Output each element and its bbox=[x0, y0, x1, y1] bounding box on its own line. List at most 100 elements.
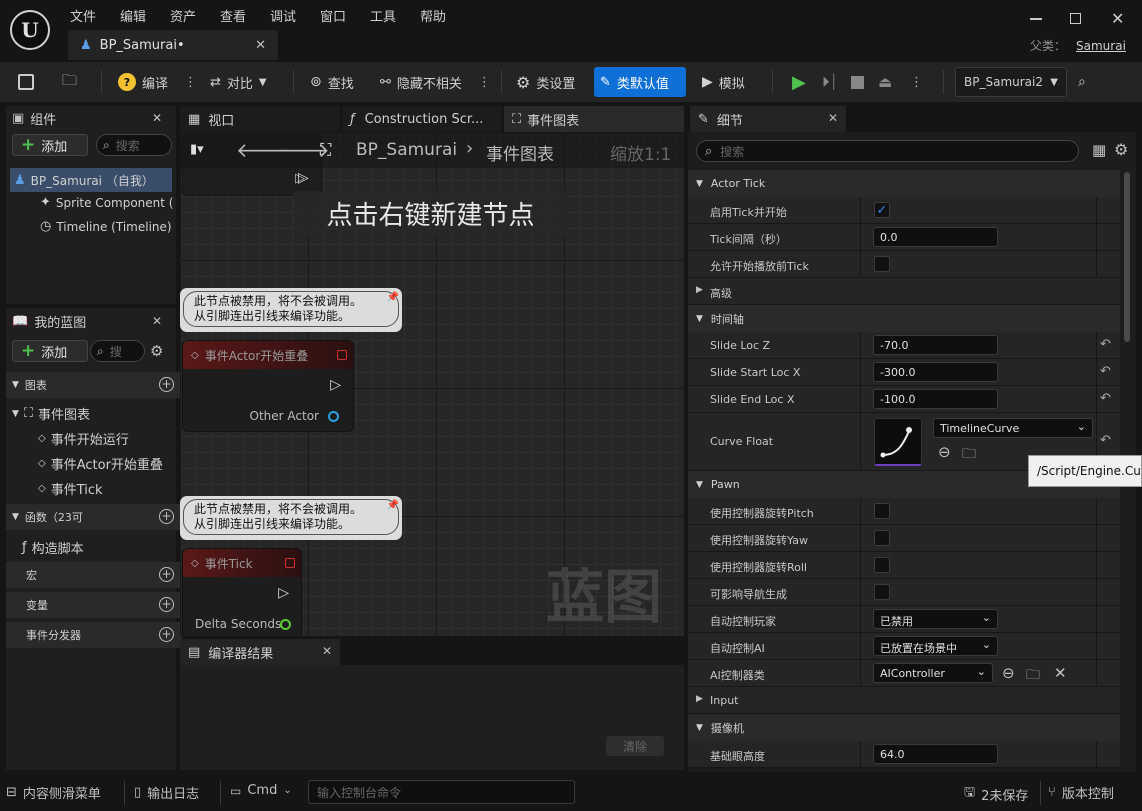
step-button[interactable]: ⏵⏐ bbox=[816, 67, 844, 97]
section-variables[interactable]: 变量 + bbox=[6, 592, 182, 618]
table-view-icon[interactable]: ▦ bbox=[1092, 141, 1106, 159]
slide-loc-z-input[interactable]: -70.0 bbox=[873, 335, 998, 355]
clear-icon[interactable]: ✕ bbox=[1054, 664, 1067, 682]
add-member-button[interactable]: + 添加 bbox=[12, 340, 88, 362]
menu-tools[interactable]: 工具 bbox=[370, 6, 420, 25]
section-advanced[interactable]: ▶ 高级 bbox=[688, 278, 1120, 305]
menu-window[interactable]: 窗口 bbox=[320, 6, 370, 25]
tab-construction-script[interactable]: ƒ Construction Scr... bbox=[342, 106, 502, 132]
reset-arrow-icon[interactable]: ↶ bbox=[1100, 337, 1111, 352]
output-log-button[interactable]: ▯ 输出日志 bbox=[134, 783, 199, 802]
section-timeline[interactable]: ▼ 时间轴 bbox=[688, 305, 1120, 332]
debug-object-browse-button[interactable]: ⌕ bbox=[1072, 67, 1092, 97]
document-tab[interactable]: ♟ BP_Samurai• ✕ bbox=[68, 30, 278, 60]
navigation-checkbox[interactable] bbox=[874, 584, 890, 600]
browse-asset-icon[interactable]: 🗀 bbox=[962, 443, 976, 467]
tick-before-begin-checkbox[interactable] bbox=[874, 256, 890, 272]
console-input[interactable]: 输入控制台命令 bbox=[308, 780, 575, 804]
section-macros[interactable]: 宏 + bbox=[6, 562, 182, 588]
use-selected-icon[interactable]: ⊖ bbox=[1002, 664, 1015, 682]
roll-checkbox[interactable] bbox=[874, 557, 890, 573]
cmd-select[interactable]: ▭ Cmd ⌄ bbox=[230, 783, 292, 798]
construction-script-item[interactable]: ƒ 构造脚本 bbox=[22, 538, 84, 557]
simulate-button[interactable]: ▶ 模拟 bbox=[696, 67, 751, 97]
close-tab-icon[interactable]: ✕ bbox=[828, 111, 838, 125]
save-button[interactable] bbox=[12, 67, 40, 97]
add-graph-icon[interactable]: + bbox=[159, 377, 174, 392]
content-drawer-button[interactable]: ⊟ 内容侧滑菜单 bbox=[6, 783, 101, 802]
tab-viewport[interactable]: ▦ 视口 bbox=[180, 106, 340, 132]
exec-out-pin-icon[interactable]: ▷ bbox=[278, 585, 289, 601]
blueprint-search-input[interactable]: ⌕ 搜 bbox=[90, 340, 145, 362]
menu-edit[interactable]: 编辑 bbox=[120, 6, 170, 25]
settings-gear-icon[interactable]: ⚙ bbox=[150, 342, 163, 360]
add-dispatcher-icon[interactable]: + bbox=[159, 627, 174, 642]
class-settings-button[interactable]: ⚙ 类设置 bbox=[510, 67, 581, 97]
yaw-checkbox[interactable] bbox=[874, 530, 890, 546]
tick-interval-input[interactable]: 0.0 bbox=[873, 227, 998, 247]
section-functions[interactable]: ▼ 函数（23可 + bbox=[6, 504, 182, 530]
reset-arrow-icon[interactable]: ↶ bbox=[1100, 391, 1111, 406]
use-selected-icon[interactable]: ⊖ bbox=[938, 443, 951, 461]
details-scrollbar[interactable] bbox=[1124, 172, 1130, 342]
event-tick[interactable]: ◇ 事件Tick bbox=[38, 479, 103, 498]
tab-compiler-results[interactable]: ▤ 编译器结果 ✕ bbox=[180, 639, 340, 665]
section-actor-tick[interactable]: ▼ Actor Tick bbox=[688, 170, 1120, 197]
add-function-icon[interactable]: + bbox=[159, 509, 174, 524]
ai-controller-select[interactable]: AIController ⌄ bbox=[873, 663, 993, 683]
tab-details[interactable]: ✎ 细节 ✕ bbox=[690, 106, 846, 132]
event-begin-play[interactable]: ◇ 事件开始运行 bbox=[38, 429, 129, 448]
find-button[interactable]: ⊚ 查找 bbox=[304, 67, 360, 97]
add-component-button[interactable]: + 添加 bbox=[12, 134, 88, 156]
compile-options-icon[interactable]: ⋮ bbox=[184, 75, 197, 90]
pin-icon[interactable]: 📌 bbox=[387, 498, 399, 513]
event-graph-canvas[interactable]: ▷ ▮▾ 🡐 🡒 ⛶ BP_Samurai › 事件图表 缩放1:1 ▷ 点击右… bbox=[180, 132, 684, 636]
slide-start-x-input[interactable]: -300.0 bbox=[873, 362, 998, 382]
menu-help[interactable]: 帮助 bbox=[420, 6, 470, 25]
stop-button[interactable] bbox=[845, 67, 870, 97]
hide-unrelated-options-icon[interactable]: ⋮ bbox=[478, 75, 491, 90]
clear-button[interactable]: 清除 bbox=[606, 736, 664, 756]
component-item-timeline[interactable]: ◷ Timeline (Timeline) bbox=[40, 219, 174, 234]
play-button[interactable]: ▶ bbox=[786, 67, 812, 97]
hide-unrelated-button[interactable]: ⚯ 隐藏不相关 ⋮ bbox=[374, 67, 497, 97]
debug-object-select[interactable]: BP_Samurai2 ▼ bbox=[955, 67, 1067, 97]
section-camera[interactable]: ▼ 摄像机 bbox=[688, 714, 1120, 741]
float-pin-icon[interactable] bbox=[280, 619, 291, 630]
compile-button[interactable]: ? 编译 ⋮ bbox=[112, 67, 203, 97]
exec-out-pin-icon[interactable]: ▷ bbox=[330, 377, 341, 393]
base-eye-height-input[interactable]: 64.0 bbox=[873, 744, 998, 764]
pin-icon[interactable]: 📌 bbox=[387, 290, 399, 305]
component-search-input[interactable]: ⌕ 搜索 bbox=[96, 134, 172, 156]
unreal-logo-icon[interactable]: U bbox=[10, 10, 50, 50]
close-tab-icon[interactable]: ✕ bbox=[255, 38, 266, 53]
section-dispatchers[interactable]: 事件分发器 + bbox=[6, 622, 182, 648]
section-input[interactable]: ▶ Input bbox=[688, 687, 1120, 714]
source-control-button[interactable]: ⑂ 版本控制 bbox=[1048, 783, 1114, 802]
curve-asset-select[interactable]: TimelineCurve ⌄ bbox=[933, 418, 1093, 438]
play-options-button[interactable]: ⋮ bbox=[904, 67, 929, 97]
menu-view[interactable]: 查看 bbox=[220, 6, 270, 25]
maximize-icon[interactable] bbox=[1070, 13, 1081, 24]
parent-class-link[interactable]: Samurai bbox=[1076, 39, 1126, 53]
event-graph-item[interactable]: ▼ ⛶ 事件图表 bbox=[12, 404, 90, 423]
auto-possess-ai-select[interactable]: 已放置在场景中 ⌄ bbox=[873, 636, 998, 656]
unsaved-button[interactable]: 🖫 2未保存 bbox=[964, 783, 1028, 805]
slide-end-x-input[interactable]: -100.0 bbox=[873, 389, 998, 409]
diff-button[interactable]: ⇄ 对比 ▼ bbox=[204, 67, 273, 97]
add-macro-icon[interactable]: + bbox=[159, 567, 174, 582]
tick-enabled-checkbox[interactable]: ✓ bbox=[874, 202, 890, 218]
pitch-checkbox[interactable] bbox=[874, 503, 890, 519]
details-search-input[interactable]: ⌕ 搜索 bbox=[696, 140, 1079, 162]
breadcrumb-root[interactable]: BP_Samurai bbox=[356, 140, 457, 160]
delegate-pin-icon[interactable] bbox=[337, 350, 347, 360]
menu-file[interactable]: 文件 bbox=[70, 6, 120, 25]
bookmark-icon[interactable]: ▮▾ bbox=[190, 142, 204, 157]
eject-button[interactable]: ⏏ bbox=[872, 67, 898, 97]
component-item-self[interactable]: ♟ BP_Samurai （自我） bbox=[10, 168, 172, 192]
menu-debug[interactable]: 调试 bbox=[270, 6, 320, 25]
minimize-icon[interactable] bbox=[1030, 18, 1042, 20]
auto-possess-player-select[interactable]: 已禁用 ⌄ bbox=[873, 609, 998, 629]
close-panel-icon[interactable]: ✕ bbox=[152, 111, 162, 125]
event-actor-begin-overlap[interactable]: ◇ 事件Actor开始重叠 bbox=[38, 454, 163, 473]
